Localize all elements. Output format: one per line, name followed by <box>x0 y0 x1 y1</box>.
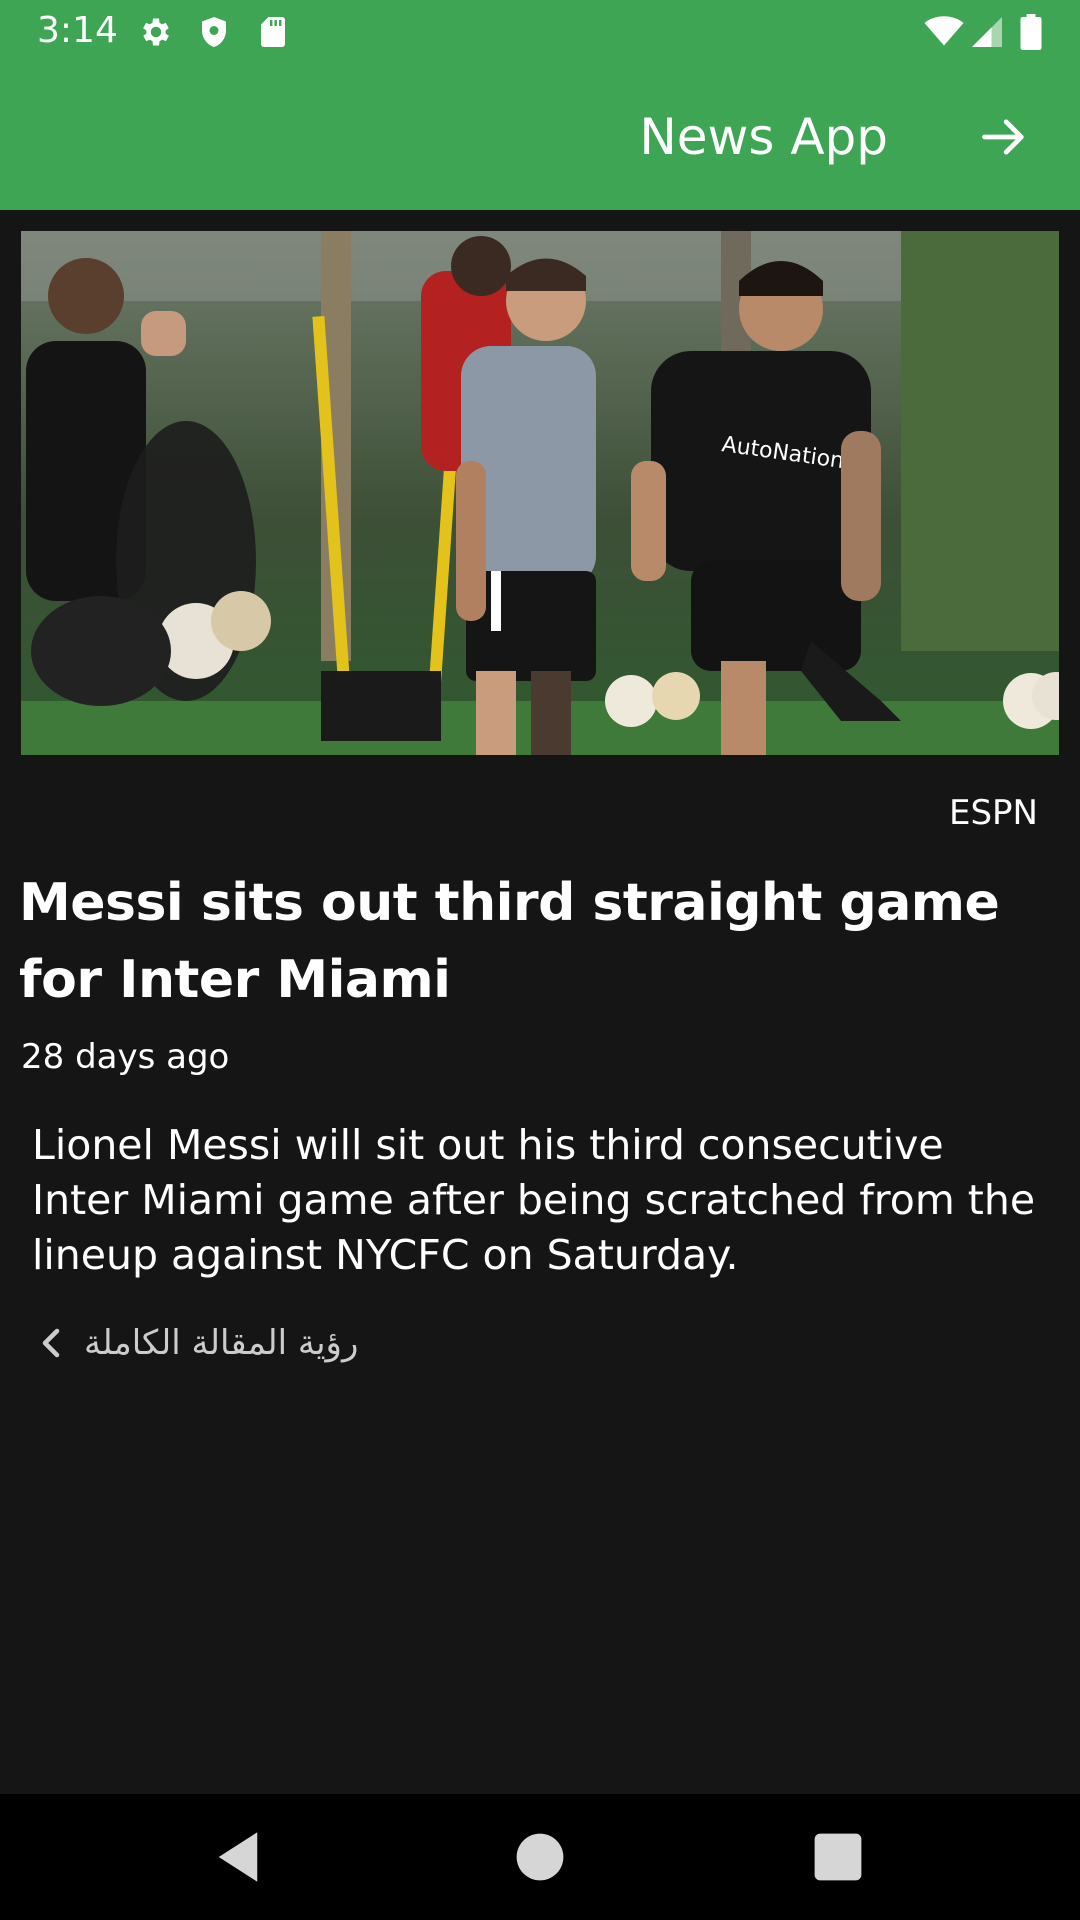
recents-square-icon[interactable] <box>805 1824 871 1890</box>
article-timestamp: 28 days ago <box>21 1037 230 1077</box>
article-description: Lionel Messi will sit out his third cons… <box>32 1121 1036 1279</box>
article-image[interactable]: AutoNation <box>21 231 1059 755</box>
article-title: Messi sits out third straight game for I… <box>19 873 1000 1010</box>
back-triangle-icon[interactable] <box>205 1824 271 1890</box>
status-bar: 3:14 <box>0 0 1080 63</box>
home-circle-icon[interactable] <box>507 1824 573 1890</box>
wifi-icon <box>924 16 964 46</box>
sd-card-icon <box>261 17 285 47</box>
arrow-forward-icon[interactable] <box>978 111 1030 163</box>
article-view: AutoNation ESPN Messi sits out third str… <box>0 210 1080 1794</box>
chevron-left-icon <box>42 1328 60 1358</box>
battery-icon <box>1020 14 1042 50</box>
article-source: ESPN <box>948 793 1038 833</box>
signal-icon <box>972 17 1002 47</box>
read-full-article-link[interactable]: رؤية المقالة الكاملة <box>36 1318 358 1368</box>
status-time: 3:14 <box>37 10 118 51</box>
screen: 3:14 News App AutoNation ESPN Messi sits… <box>0 0 1080 1920</box>
read-full-article-label: رؤية المقالة الكاملة <box>84 1323 359 1363</box>
shield-icon <box>202 17 226 47</box>
app-bar: News App <box>0 63 1080 210</box>
settings-icon <box>143 18 169 46</box>
navigation-bar <box>0 1794 1080 1920</box>
app-title: News App <box>639 108 888 166</box>
